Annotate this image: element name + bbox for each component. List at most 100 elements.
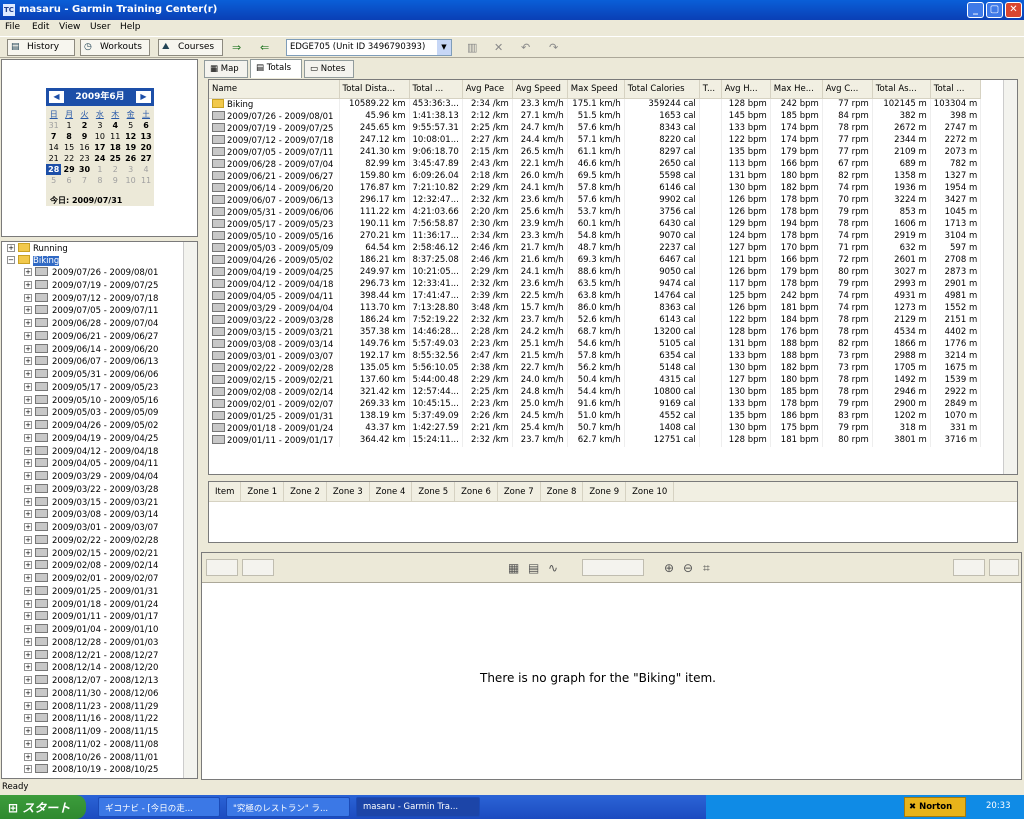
tree-item-week[interactable]: +2008/10/19 - 2008/10/25 [24,764,158,776]
taskbar-item-gikonavi[interactable]: ギコナビ - [今日の走... [98,797,220,817]
taskbar-item-browser[interactable]: "究極のレストラン" ラ... [226,797,350,817]
zone-column-header[interactable]: Zone 9 [583,482,627,501]
expand-icon[interactable]: + [24,433,32,442]
expand-icon[interactable]: + [24,472,32,480]
calendar-day[interactable]: 6 [61,175,76,186]
zone-column-header[interactable]: Zone 2 [284,482,327,501]
expand-icon[interactable]: + [24,561,32,570]
zone-column-header[interactable]: Item [209,482,242,501]
tree-item-week[interactable]: +2009/02/08 - 2009/02/14 [24,560,158,572]
undo-icon[interactable]: ↶ [521,41,530,54]
expand-icon[interactable]: + [24,650,32,659]
calendar-day[interactable]: 30 [77,164,92,175]
menu-user[interactable]: User [90,22,111,32]
calendar-day[interactable]: 10 [123,175,138,186]
calendar-day[interactable]: 17 [92,142,107,153]
expand-icon[interactable]: + [24,319,32,327]
menu-view[interactable]: View [59,22,80,32]
wave-icon[interactable]: ∿ [548,561,558,575]
expand-icon[interactable]: + [24,459,32,468]
courses-button[interactable]: ⛰ Courses [158,39,223,56]
tree-item-week[interactable]: +2009/06/28 - 2009/07/04 [24,318,158,330]
calendar-day[interactable]: 11 [108,131,123,142]
graph-select-4[interactable] [953,559,985,576]
tree-item-week[interactable]: +2009/07/26 - 2009/08/01 [24,267,158,279]
expand-icon[interactable]: + [24,535,32,544]
expand-icon[interactable]: + [7,244,15,252]
expand-icon[interactable]: + [24,306,32,315]
table-row[interactable]: 2009/02/01 - 2009/02/07 269.33 km 10:45:15… [209,398,982,411]
next-month-icon[interactable]: ▶ [136,91,151,103]
expand-icon[interactable]: + [24,395,32,404]
tree-item-week[interactable]: +2009/05/03 - 2009/05/09 [24,407,158,419]
calendar-today[interactable]: 今日: 2009/07/31 [50,195,122,206]
table-row[interactable]: 2009/06/14 - 2009/06/20 176.87 km 7:21:10.… [209,182,982,195]
tab-notes[interactable]: ▭ Notes [304,60,354,78]
calendar-day[interactable]: 7 [46,131,61,142]
table-row[interactable]: Biking 10589.22 km 453:36:3... 2:34 /km 23.3… [209,98,982,111]
expand-icon[interactable]: + [24,637,32,646]
minimize-button[interactable]: _ [967,2,984,18]
tree-item-week[interactable]: +2008/12/07 - 2008/12/13 [24,675,158,687]
calendar-day[interactable]: 9 [108,175,123,186]
table-row[interactable]: 2009/01/11 - 2009/01/17 364.42 km 15:24:11… [209,434,982,447]
calendar-day[interactable]: 5 [123,120,138,131]
calendar-day[interactable]: 28 [46,164,62,175]
calendar-day[interactable]: 4 [108,120,123,131]
tree-item-week[interactable]: +2009/06/21 - 2009/06/27 [24,330,158,343]
table-row[interactable]: 2009/07/19 - 2009/07/25 245.65 km 9:55:57.… [209,122,982,135]
table-row[interactable]: 2009/04/05 - 2009/04/11 398.44 km 17:41:47… [209,290,982,303]
graph-select-5[interactable] [989,559,1019,576]
tree-item-week[interactable]: +2009/01/18 - 2009/01/24 [24,598,158,611]
column-header[interactable]: Max Speed [567,80,625,99]
calendar-day[interactable]: 6 [138,120,153,131]
tree-item-week[interactable]: +2009/02/15 - 2009/02/21 [24,547,158,560]
calendar-day[interactable]: 3 [123,164,138,175]
column-header[interactable]: Avg C... [822,80,873,99]
tree-item-week[interactable]: +2008/10/26 - 2008/11/01 [24,751,158,764]
calendar-day[interactable]: 12 [123,131,138,142]
zone-column-header[interactable]: Zone 1 [241,482,285,501]
table-row[interactable]: 2009/06/07 - 2009/06/13 296.17 km 12:32:47… [209,194,982,207]
tree-item-week[interactable]: +2008/11/23 - 2008/11/29 [24,700,158,713]
tree-item-week[interactable]: +2009/06/14 - 2009/06/20 [24,343,158,356]
table-row[interactable]: 2009/03/01 - 2009/03/07 192.17 km 8:55:32.… [209,350,982,363]
expand-icon[interactable]: + [24,497,32,506]
tree-item-week[interactable]: +2008/12/14 - 2008/12/20 [24,662,158,674]
calendar-day[interactable]: 14 [46,142,61,153]
tree-item-week[interactable]: +2008/11/09 - 2008/11/15 [24,726,158,738]
column-header[interactable]: Avg H... [721,80,771,99]
column-header[interactable]: Avg Speed [512,80,568,99]
calendar-day[interactable]: 31 [46,120,61,131]
calendar-day[interactable]: 8 [92,175,107,186]
calendar-day[interactable]: 5 [46,175,61,186]
tree-item-week[interactable]: +2009/03/01 - 2009/03/07 [24,522,158,534]
tree-item-week[interactable]: +2008/11/16 - 2008/11/22 [24,713,158,725]
column-header[interactable]: Total ... [409,80,463,99]
column-header[interactable]: Total Calories [624,80,700,99]
history-button[interactable]: ▤ History [7,39,75,56]
tree-item-week[interactable]: +2009/05/17 - 2009/05/23 [24,381,158,394]
expand-icon[interactable]: + [24,382,32,391]
menu-file[interactable]: File [5,22,20,32]
table-row[interactable]: 2009/03/22 - 2009/03/28 186.24 km 7:52:19.… [209,314,982,327]
expand-icon[interactable]: + [24,727,32,735]
workouts-button[interactable]: ◷ Workouts [80,39,150,56]
menu-help[interactable]: Help [120,22,141,32]
zone-column-header[interactable]: Zone 8 [541,482,584,501]
tree-item-week[interactable]: +2009/05/31 - 2009/06/06 [24,369,158,381]
table-row[interactable]: 2009/03/29 - 2009/04/04 113.70 km 7:13:28.… [209,302,982,315]
zone-column-header[interactable]: Zone 7 [498,482,541,501]
column-header[interactable]: Total Dista... [339,80,410,99]
column-header[interactable]: Total ... [930,80,982,99]
tree-item-week[interactable]: +2008/11/30 - 2008/12/06 [24,687,158,700]
calendar-day[interactable]: 13 [138,131,153,142]
expand-icon[interactable]: + [24,663,32,672]
expand-icon[interactable]: + [24,701,32,710]
device-select[interactable]: EDGE705 (Unit ID 3496790393) ▼ [286,39,452,56]
calendar-day[interactable]: 2 [77,120,92,131]
tree-item-week[interactable]: +2009/01/25 - 2009/01/31 [24,585,158,598]
taskbar-item-garmin[interactable]: masaru - Garmin Tra... [356,797,480,817]
close-icon[interactable]: ✕ [494,41,503,54]
prev-month-icon[interactable]: ◀ [49,91,64,103]
